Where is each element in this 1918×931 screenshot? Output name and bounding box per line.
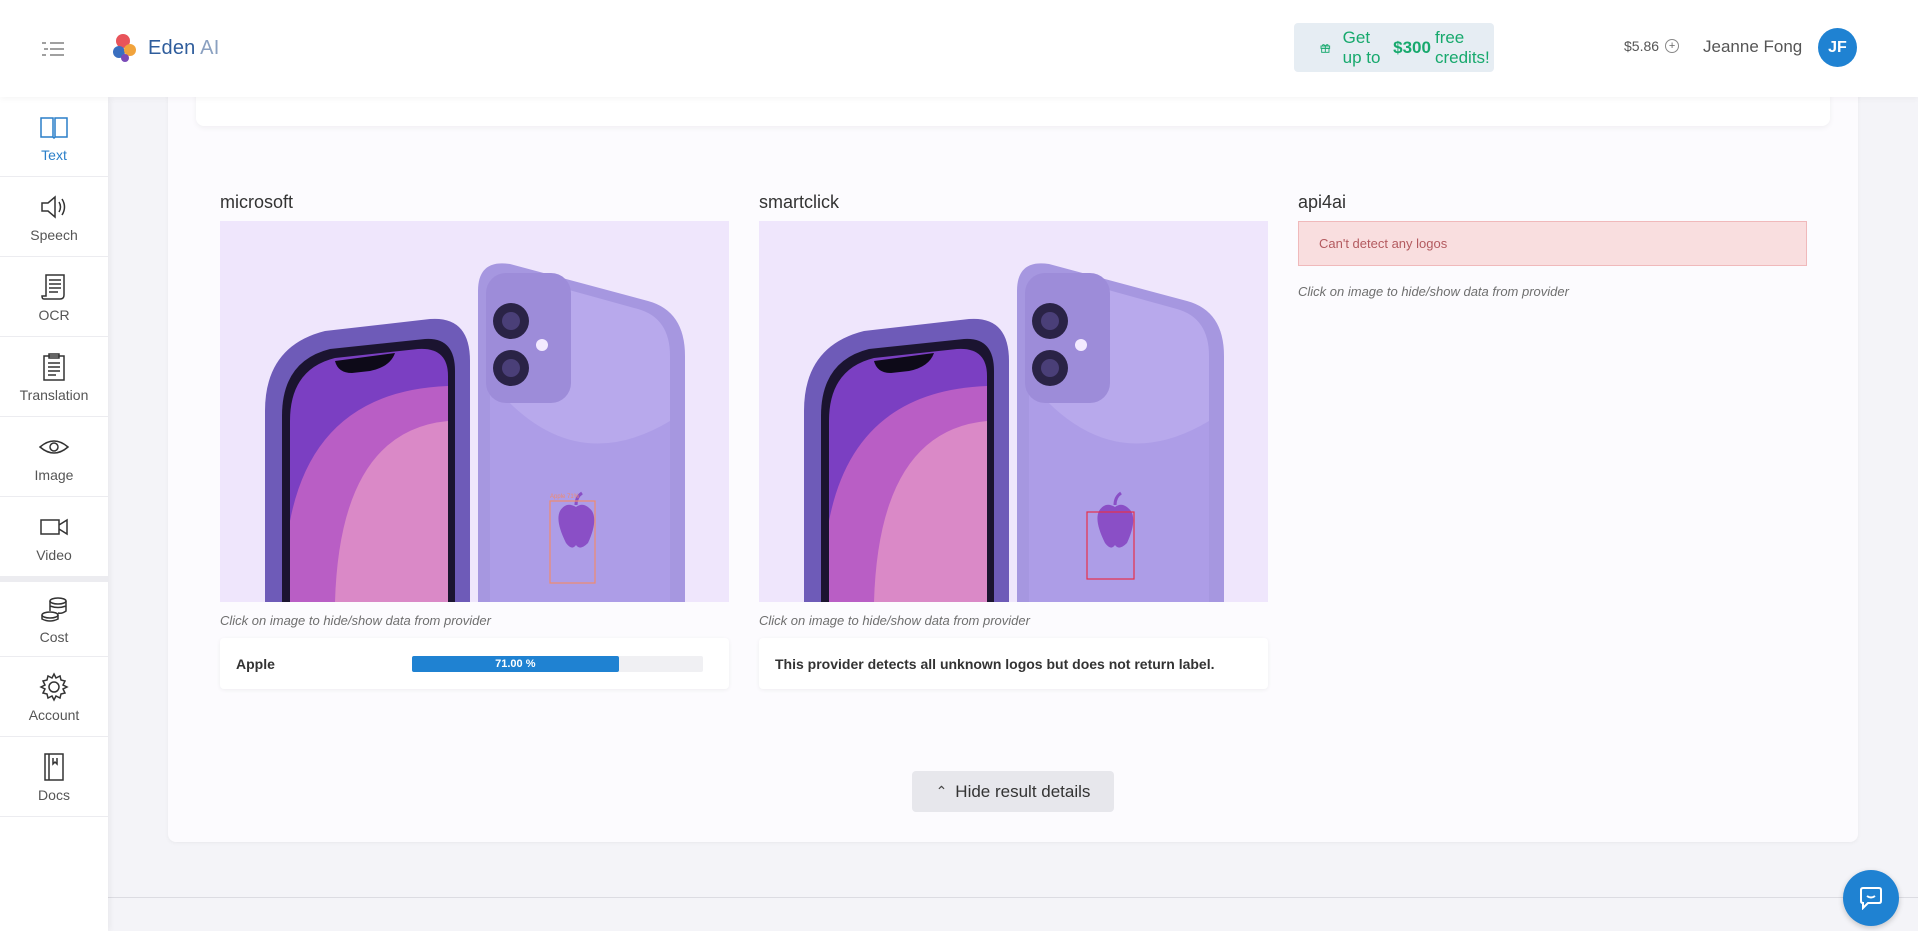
footer-divider [108,897,1918,898]
confidence-bar-fill: 71.00 % [412,655,619,672]
promo-suffix: free credits! [1434,27,1490,67]
hide-result-details-label: Hide result details [955,781,1091,801]
eye-icon [38,439,70,454]
result-row: Apple 71.00 % [220,638,729,689]
sidebar-item-label: Account [28,706,80,723]
sidebar-item-image[interactable]: Image [0,417,108,497]
provider-name: api4ai [1298,192,1347,212]
scroll-icon [41,273,65,300]
sidebar-item-speech[interactable]: Speech [0,177,108,257]
gear-icon [39,671,69,702]
provider-microsoft: microsoft Apple 71% Click on image to hi… [220,192,729,689]
provider-name: smartclick [759,192,839,212]
sidebar-item-label: Video [36,546,72,563]
sidebar-item-cost[interactable]: Cost [0,577,108,657]
provider-hint: Click on image to hide/show data from pr… [220,613,491,628]
menu-toggle-icon[interactable] [40,38,66,60]
add-credit-icon[interactable]: + [1665,39,1680,53]
user-name[interactable]: Jeanne Fong [1703,37,1802,57]
docs-icon [44,752,64,781]
sidebar-item-label: Speech [30,226,78,243]
no-logos-alert: Can't detect any logos [1298,221,1807,266]
sidebar-item-account[interactable]: Account [0,657,108,737]
free-credits-button[interactable]: Get up to $300 free credits! [1294,23,1494,72]
result-message: This provider detects all unknown logos … [775,655,1215,672]
logo-suffix: AI [200,36,220,59]
sidebar-item-label: Docs [38,786,70,803]
clipboard-icon [43,352,65,381]
provider-smartclick: smartclick Click on image to hide/show d… [759,192,1268,689]
chat-support-button[interactable] [1843,870,1899,926]
credit-balance[interactable]: $5.86 + [1624,38,1680,54]
promo-amount: $300 [1393,37,1431,57]
iphone-image [759,221,1268,602]
speaker-icon [41,194,66,219]
logo-text: Eden [148,36,196,59]
chevron-up-icon: ⌃ [935,783,948,799]
sidebar-item-label: Translation [19,386,89,403]
result-row: This provider detects all unknown logos … [759,638,1268,689]
chat-icon [1860,887,1882,910]
eden-ai-logo[interactable]: Eden AI [112,31,219,65]
sidebar: Text Speech OCR Translation Image Video … [0,97,108,931]
provider-name: microsoft [220,192,294,212]
svg-text:Apple 71%: Apple 71% [550,494,580,500]
gift-icon [1320,43,1331,53]
sidebar-item-translation[interactable]: Translation [0,337,108,417]
provider-hint: Click on image to hide/show data from pr… [1298,284,1569,299]
top-bar: Eden AI Get up to $300 free credits! $5.… [0,0,1918,97]
hide-result-details-button[interactable]: ⌃ Hide result details [912,771,1114,812]
sidebar-item-label: Image [34,466,74,483]
sidebar-item-label: Text [41,146,67,163]
provider-result-image[interactable] [759,221,1268,602]
result-label: Apple [236,655,275,672]
sidebar-item-label: Cost [39,629,69,645]
coins-icon [41,597,67,622]
video-camera-icon [40,518,68,535]
confidence-bar: 71.00 % [412,655,703,672]
iphone-image: Apple 71% [220,221,729,602]
balance-value: $5.86 [1624,38,1660,54]
sidebar-item-ocr[interactable]: OCR [0,257,108,337]
sidebar-item-text[interactable]: Text [0,97,108,177]
book-icon [40,116,68,139]
sidebar-item-docs[interactable]: Docs [0,737,108,817]
provider-api4ai: api4ai Can't detect any logos Click on i… [1298,192,1807,299]
promo-prefix: Get up to [1342,27,1381,67]
sidebar-item-label: OCR [38,306,70,323]
logo-icon [113,34,136,62]
provider-hint: Click on image to hide/show data from pr… [759,613,1030,628]
sidebar-item-video[interactable]: Video [0,497,108,577]
provider-result-image[interactable]: Apple 71% [220,221,729,602]
avatar[interactable]: JF [1818,28,1857,67]
